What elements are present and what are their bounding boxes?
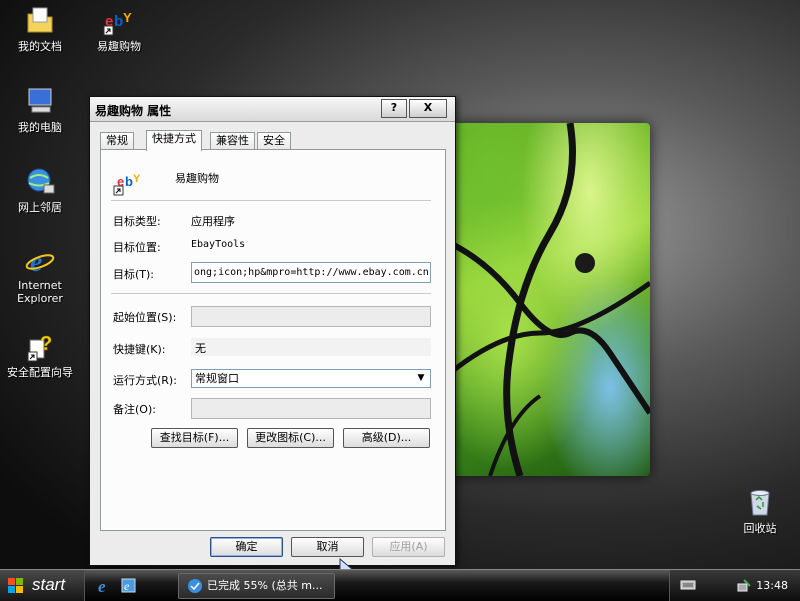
ebay-shortcut-icon: ebY	[113, 168, 145, 196]
run-select-value: 常规窗口	[195, 372, 239, 385]
wallpaper-photo	[450, 123, 650, 476]
target-type-label: 目标类型:	[113, 215, 161, 228]
dialog-title: 易趣购物 属性	[95, 104, 172, 118]
tab-shortcut[interactable]: 快捷方式	[146, 130, 202, 151]
close-button[interactable]: X	[409, 99, 447, 118]
svg-text:b: b	[114, 13, 123, 30]
quicklaunch-app-icon[interactable]: e	[120, 577, 138, 595]
target-location-label: 目标位置:	[113, 241, 161, 254]
desktop-icon-label: Internet Explorer	[17, 279, 63, 305]
taskbar: start e e 已完成 55% (总共 m... 13:48	[0, 569, 800, 601]
shortcut-name: 易趣购物	[175, 172, 219, 185]
desktop-icon-security-wizard[interactable]: ? 安全配置向导	[0, 330, 80, 380]
run-select[interactable]: 常规窗口 ▼	[191, 369, 431, 388]
system-tray: 13:48	[669, 570, 800, 601]
hotkey-value: 无	[195, 342, 206, 355]
desktop-icon-my-computer[interactable]: 我的电脑	[0, 85, 80, 135]
shortcut-panel: ebY 易趣购物 目标类型: 应用程序 目标位置: EbayTools 目标(T…	[100, 149, 446, 531]
desktop-icon-label: 网上邻居	[18, 201, 62, 214]
comment-field[interactable]	[191, 398, 431, 419]
clock[interactable]: 13:48	[756, 579, 788, 592]
start-button[interactable]: start	[0, 570, 85, 601]
taskbar-item-download[interactable]: 已完成 55% (总共 m...	[178, 573, 335, 599]
branch-graphic	[450, 123, 650, 476]
desktop-icon-my-documents[interactable]: 我的文档	[0, 4, 80, 54]
tab-compatibility[interactable]: 兼容性	[210, 132, 255, 150]
windows-logo-icon	[8, 578, 23, 593]
svg-text:Y: Y	[123, 10, 132, 25]
taskbar-item-label: 已完成 55% (总共 m...	[207, 579, 323, 592]
desktop-icon-network[interactable]: 网上邻居	[0, 165, 80, 215]
dialog-titlebar[interactable]: 易趣购物 属性 ? X	[90, 97, 455, 122]
hotkey-field[interactable]: 无	[191, 338, 431, 356]
target-location-value: EbayTools	[191, 239, 246, 250]
desktop-icon-ebay[interactable]: ebY 易趣购物	[79, 4, 159, 54]
hotkey-label: 快捷键(K):	[113, 343, 166, 356]
properties-dialog: 易趣购物 属性 ? X 常规 快捷方式 兼容性 安全 ebY 易趣购物 目标类型…	[89, 96, 456, 566]
find-target-button[interactable]: 查找目标(F)...	[151, 428, 238, 448]
recycle-bin-icon	[744, 486, 776, 518]
run-label: 运行方式(R):	[113, 374, 177, 387]
folder-icon	[24, 4, 56, 36]
help-button[interactable]: ?	[381, 99, 407, 118]
desktop-icon-label: 回收站	[743, 522, 777, 535]
svg-text:Y: Y	[133, 173, 141, 185]
svg-text:e: e	[124, 579, 130, 593]
download-progress-icon	[187, 578, 203, 594]
desktop-icon-label: 易趣购物	[97, 40, 141, 53]
svg-text:b: b	[125, 174, 133, 189]
apply-button[interactable]: 应用(A)	[372, 537, 445, 557]
target-label: 目标(T):	[113, 268, 155, 281]
advanced-button[interactable]: 高级(D)...	[343, 428, 430, 448]
ebay-shortcut-icon: ebY	[103, 4, 135, 36]
computer-icon	[24, 85, 56, 117]
desktop-icon-label: 安全配置向导	[7, 366, 73, 379]
svg-text:e: e	[98, 577, 106, 595]
start-in-label: 起始位置(S):	[113, 311, 177, 324]
desktop-icon-label: 我的电脑	[18, 121, 62, 134]
chevron-down-icon[interactable]: ▼	[414, 371, 428, 386]
tab-security[interactable]: 安全	[257, 132, 291, 150]
change-icon-button[interactable]: 更改图标(C)...	[247, 428, 334, 448]
desktop-icon-internet-explorer[interactable]: e Internet Explorer	[0, 245, 80, 305]
desktop-icon-recycle-bin[interactable]: 回收站	[720, 486, 800, 536]
internet-explorer-icon: e	[24, 245, 56, 278]
network-icon	[24, 165, 56, 197]
target-type-value: 应用程序	[191, 215, 235, 228]
target-field[interactable]: ong;icon;hp&mpro=http://www.ebay.com.cn	[191, 262, 431, 283]
tab-general[interactable]: 常规	[100, 132, 134, 150]
network-status-icon[interactable]	[736, 578, 752, 594]
keyboard-icon[interactable]	[680, 579, 696, 591]
quicklaunch-ie-icon[interactable]: e	[96, 577, 114, 596]
ok-button[interactable]: 确定	[210, 537, 283, 557]
svg-text:e: e	[30, 247, 42, 277]
comment-label: 备注(O):	[113, 403, 156, 416]
separator	[111, 293, 431, 295]
svg-text:?: ?	[40, 333, 52, 355]
security-wizard-icon: ?	[24, 330, 56, 362]
cancel-button[interactable]: 取消	[291, 537, 364, 557]
desktop-icon-label: 我的文档	[18, 40, 62, 53]
start-label: start	[32, 575, 66, 594]
start-in-field[interactable]	[191, 306, 431, 327]
separator	[111, 200, 431, 202]
